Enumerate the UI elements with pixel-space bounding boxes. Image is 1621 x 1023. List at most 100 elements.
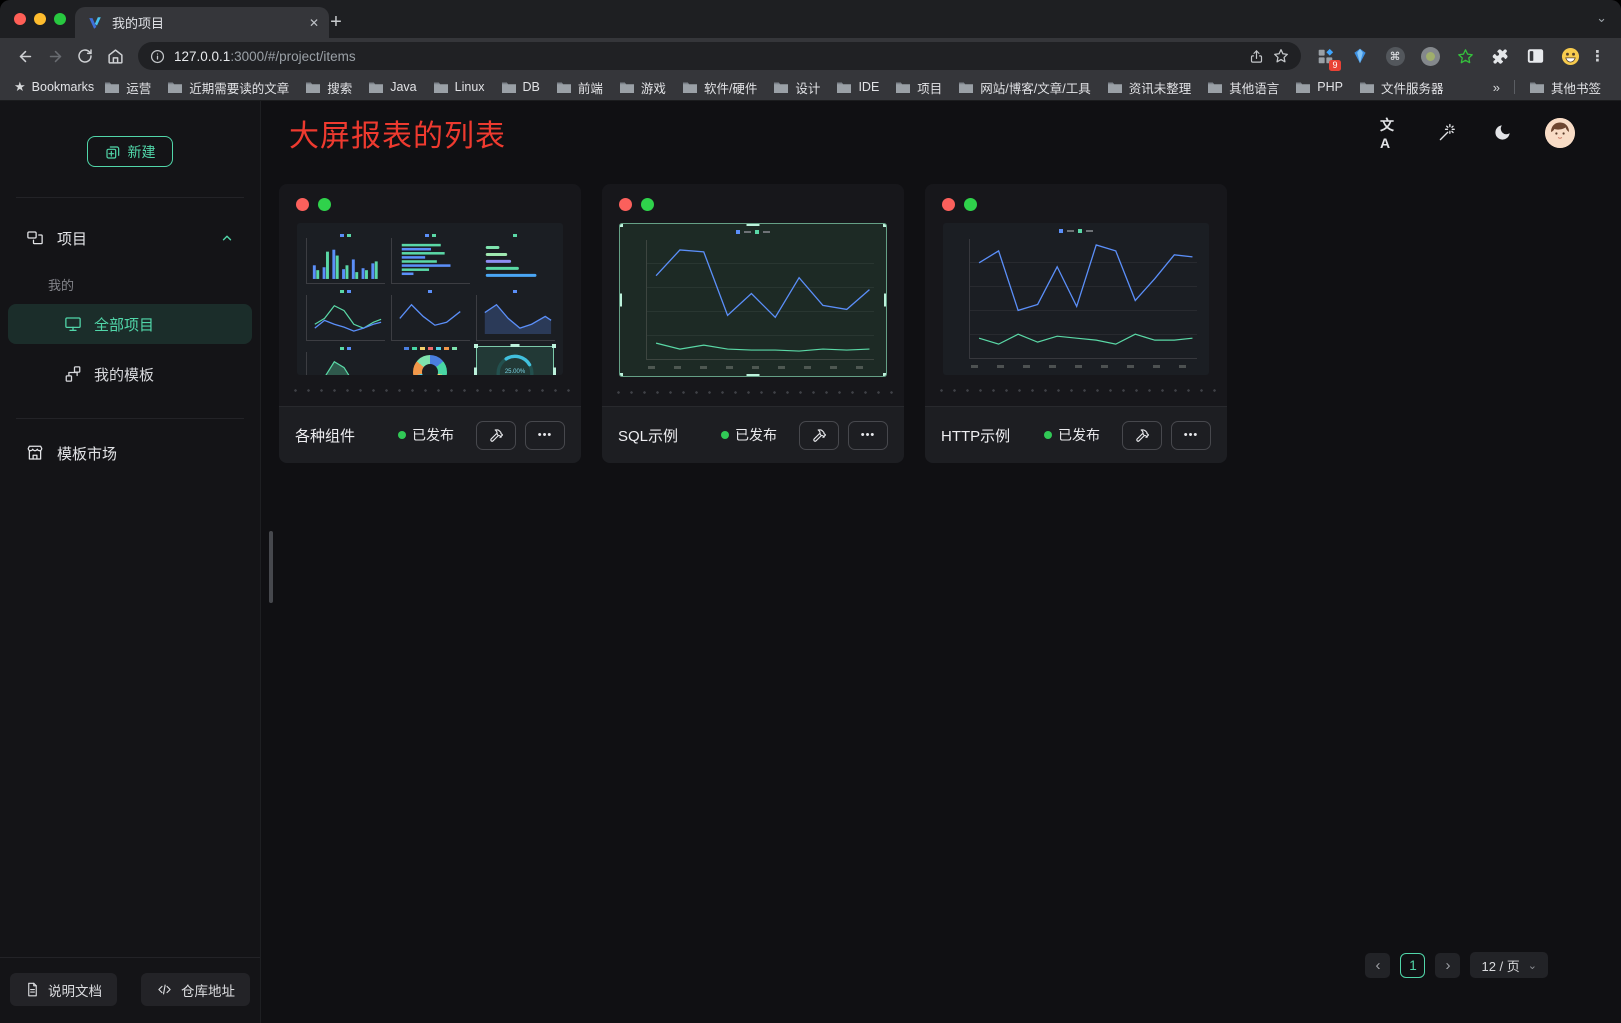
bookmark-folder[interactable]: 网站/博客/文章/工具 bbox=[950, 78, 1098, 97]
bookmark-folder[interactable]: 资讯未整理 bbox=[1099, 78, 1200, 97]
forward-arrow-icon bbox=[47, 48, 64, 65]
folder-icon bbox=[1295, 81, 1311, 94]
docs-button[interactable]: 说明文档 bbox=[10, 973, 117, 1006]
url-text: 127.0.0.1:3000/#/project/items bbox=[174, 49, 1240, 64]
bookmarks-manager[interactable]: ★ Bookmarks bbox=[12, 79, 102, 95]
sidebar-section-project[interactable]: 项目 bbox=[14, 218, 246, 258]
selection-handle[interactable] bbox=[747, 223, 760, 226]
selection-handle[interactable] bbox=[619, 373, 623, 377]
bookmark-folder[interactable]: DB bbox=[493, 80, 548, 94]
extension-emoji-icon[interactable] bbox=[1560, 46, 1580, 66]
header-actions: 文A bbox=[1380, 118, 1575, 148]
edit-button[interactable] bbox=[799, 421, 839, 450]
edit-button[interactable] bbox=[476, 421, 516, 450]
site-info-icon[interactable] bbox=[150, 49, 165, 64]
selection-handle[interactable] bbox=[619, 223, 623, 227]
selection-handle[interactable] bbox=[474, 344, 478, 348]
selection-handle[interactable] bbox=[552, 344, 556, 348]
code-icon bbox=[156, 982, 173, 997]
dark-mode-moon-icon[interactable] bbox=[1490, 121, 1514, 145]
project-card-http: HTTP示例 已发布 ••• bbox=[925, 184, 1227, 463]
extension-gem-icon[interactable] bbox=[1350, 46, 1370, 66]
extension-command-icon[interactable]: ⌘ bbox=[1385, 46, 1405, 66]
card-title: 各种组件 bbox=[295, 425, 398, 446]
extensions-puzzle-button[interactable] bbox=[1490, 46, 1510, 66]
next-page-button[interactable]: › bbox=[1435, 953, 1460, 978]
home-button[interactable] bbox=[100, 41, 130, 71]
extension-recorder-icon[interactable] bbox=[1420, 46, 1440, 66]
folder-icon bbox=[1207, 81, 1223, 94]
bookmark-folder[interactable]: Linux bbox=[425, 80, 493, 94]
bookmark-folder[interactable]: 近期需要读的文章 bbox=[159, 78, 297, 97]
other-bookmarks[interactable]: 其他书签 bbox=[1521, 78, 1609, 97]
bookmark-folder[interactable]: 前端 bbox=[548, 78, 611, 97]
bookmark-folder[interactable]: PHP bbox=[1287, 80, 1351, 94]
sidebar-item-my-templates[interactable]: 我的模板 bbox=[8, 354, 252, 394]
sidebar-item-all-projects-label: 全部项目 bbox=[94, 314, 154, 335]
new-project-button[interactable]: 新建 bbox=[87, 136, 173, 167]
share-button[interactable] bbox=[1249, 49, 1264, 64]
new-tab-button[interactable]: + bbox=[322, 8, 350, 36]
bookmark-folder[interactable]: 运营 bbox=[102, 78, 159, 97]
bookmark-star-button[interactable] bbox=[1273, 48, 1289, 64]
forward-button[interactable] bbox=[40, 41, 70, 71]
sidebar-item-my-templates-label: 我的模板 bbox=[94, 364, 154, 385]
bookmark-folder-list: 运营 近期需要读的文章 搜索 Java Linux DB 前端 bbox=[102, 78, 1485, 97]
bookmarks-overflow-chevron[interactable]: » bbox=[1485, 80, 1508, 95]
reload-button[interactable] bbox=[70, 41, 100, 71]
selection-handle[interactable] bbox=[619, 294, 622, 307]
scrollbar-thumb[interactable] bbox=[269, 531, 273, 603]
browser-tab[interactable]: 我的项目 ✕ bbox=[75, 7, 329, 38]
x-axis-ticks bbox=[971, 365, 1195, 368]
selection-handle[interactable] bbox=[511, 344, 520, 347]
side-panel-button[interactable] bbox=[1525, 46, 1545, 66]
translate-icon[interactable]: 文A bbox=[1380, 121, 1404, 145]
bookmark-folder[interactable]: 项目 bbox=[887, 78, 950, 97]
more-button[interactable]: ••• bbox=[1171, 421, 1211, 450]
back-button[interactable] bbox=[10, 41, 40, 71]
bookmark-folder[interactable]: 其他语言 bbox=[1199, 78, 1287, 97]
tab-search-chevron-icon[interactable]: ⌄ bbox=[1596, 10, 1607, 26]
line-chart bbox=[969, 239, 1197, 359]
more-button[interactable]: ••• bbox=[848, 421, 888, 450]
card-thumbnail[interactable] bbox=[943, 223, 1209, 375]
extension-icons: 9 ⌘ bbox=[1311, 46, 1588, 66]
selection-handle[interactable] bbox=[553, 367, 556, 375]
folder-icon bbox=[433, 81, 449, 94]
chart-legend bbox=[736, 230, 770, 234]
bookmark-folder-label: 游戏 bbox=[641, 78, 666, 97]
bookmark-folder[interactable]: 游戏 bbox=[611, 78, 674, 97]
card-window-dots bbox=[925, 184, 1227, 211]
card-thumbnail-selected[interactable] bbox=[619, 223, 887, 377]
magic-wand-icon[interactable] bbox=[1435, 121, 1459, 145]
selection-handle[interactable] bbox=[883, 223, 887, 227]
page-size-select[interactable]: 12 / 页 ⌄ bbox=[1470, 952, 1548, 978]
browser-menu-button[interactable]: ⋮ bbox=[1588, 47, 1611, 65]
repo-button[interactable]: 仓库地址 bbox=[141, 973, 250, 1006]
selection-handle[interactable] bbox=[474, 367, 477, 375]
card-thumbnail[interactable]: 25.00% bbox=[297, 223, 563, 375]
extension-grid-icon[interactable]: 9 bbox=[1315, 46, 1335, 66]
sidebar-item-template-market[interactable]: 模板市场 bbox=[14, 433, 246, 473]
edit-button[interactable] bbox=[1122, 421, 1162, 450]
tab-close-icon[interactable]: ✕ bbox=[309, 16, 319, 30]
maximize-window-button[interactable] bbox=[54, 13, 66, 25]
extension-evernote-icon[interactable] bbox=[1455, 46, 1475, 66]
sidebar-item-all-projects[interactable]: 全部项目 bbox=[8, 304, 252, 344]
selection-handle[interactable] bbox=[883, 373, 887, 377]
close-window-button[interactable] bbox=[14, 13, 26, 25]
minimize-window-button[interactable] bbox=[34, 13, 46, 25]
user-avatar[interactable] bbox=[1545, 118, 1575, 148]
bookmark-folder[interactable]: IDE bbox=[828, 80, 887, 94]
address-bar[interactable]: 127.0.0.1:3000/#/project/items bbox=[138, 42, 1301, 70]
bookmark-folder[interactable]: 设计 bbox=[765, 78, 828, 97]
current-page-button[interactable]: 1 bbox=[1400, 953, 1425, 978]
bookmark-folder[interactable]: 软件/硬件 bbox=[674, 78, 765, 97]
prev-page-button[interactable]: ‹ bbox=[1365, 953, 1390, 978]
bookmark-folder[interactable]: Java bbox=[360, 80, 424, 94]
selection-handle[interactable] bbox=[884, 294, 887, 307]
bookmark-folder[interactable]: 搜索 bbox=[297, 78, 360, 97]
bookmark-folder[interactable]: 文件服务器 bbox=[1351, 78, 1452, 97]
more-button[interactable]: ••• bbox=[525, 421, 565, 450]
selection-handle[interactable] bbox=[747, 374, 760, 377]
